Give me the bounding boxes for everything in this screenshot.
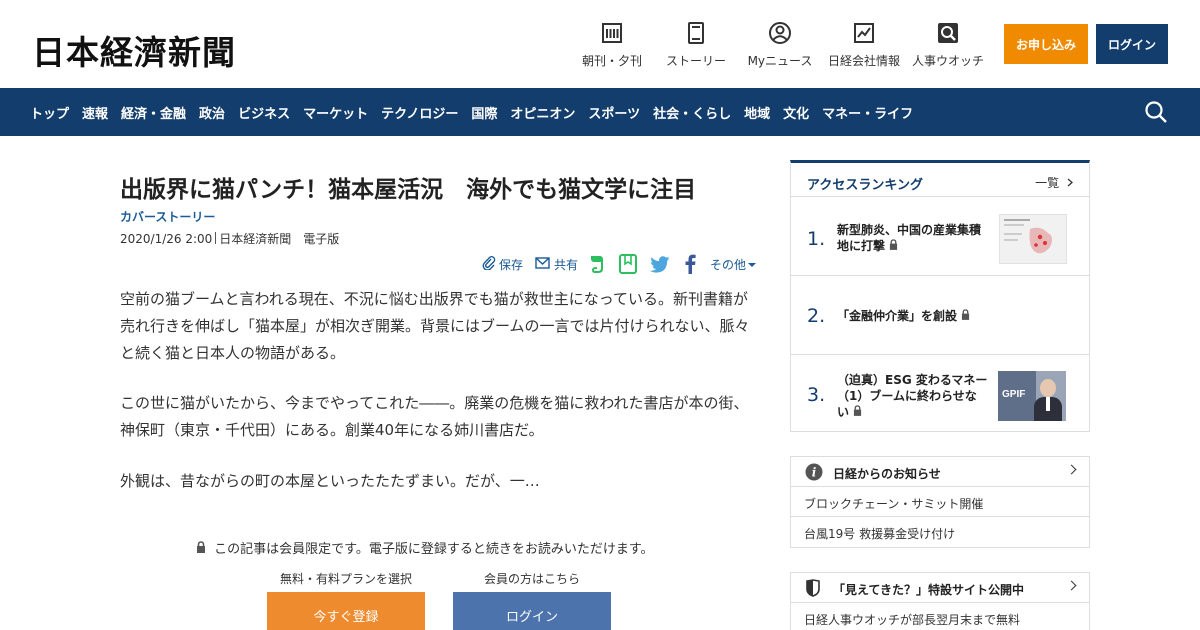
twitter-icon[interactable] <box>650 254 670 274</box>
chevron-right-icon <box>1067 176 1073 190</box>
evernote-icon[interactable] <box>587 254 605 274</box>
share-button[interactable]: 共有 <box>535 254 578 274</box>
site-logo[interactable]: 日本経濟新聞 <box>32 26 236 74</box>
article-source: 日本経済新聞 電子版 <box>219 232 340 246</box>
plan-label: 無料・有料プランを選択 <box>280 572 413 586</box>
ranking-title: アクセスランキング <box>807 178 923 193</box>
article-paragraph: 外観は、昔ながらの町の本屋といったたたずまい。だが、一… <box>120 472 540 490</box>
nav-morning-evening[interactable]: 朝刊・夕刊 <box>582 20 642 70</box>
ranking-item[interactable]: 3. （迫真）ESG 変わるマネー （1）ブームに終わらせな い GPIF <box>791 356 1089 434</box>
notice-item[interactable]: 台風19号 救援募金受け付け <box>791 517 1089 547</box>
access-ranking: アクセスランキング 一覧 1. 新型肺炎、中国の産業集積 地に打撃 2. 「金融… <box>790 160 1090 432</box>
nav-item-opinion[interactable]: オピニオン <box>510 103 575 122</box>
article-title: 出版界に猫パンチ！猫本屋活況 海外でも猫文学に注目 <box>120 177 697 203</box>
nav-item-technology[interactable]: テクノロジー <box>381 103 458 122</box>
ranking-header: アクセスランキング 一覧 <box>791 163 1089 197</box>
chevron-right-icon <box>1066 464 1077 475</box>
main-nav-list: トップ 速報 経済・金融 政治 ビジネス マーケット テクノロジー 国際 オピニ… <box>30 88 926 136</box>
nav-personnel-watch[interactable]: 人事ウオッチ <box>912 20 984 70</box>
paperclip-icon <box>482 255 496 273</box>
search-icon[interactable] <box>1144 100 1168 124</box>
nav-item-region[interactable]: 地域 <box>744 103 770 122</box>
newspaper-icon <box>599 20 625 46</box>
article-paragraph: この世に猫がいたから、今までやってこれた――。廃業の危機を猫に救われた書店が本の… <box>120 394 749 439</box>
ranking-thumbnail: GPIF <box>998 371 1066 421</box>
nav-item-sports[interactable]: スポーツ <box>588 103 640 122</box>
lock-icon <box>889 239 898 253</box>
nav-item-politics[interactable]: 政治 <box>199 103 225 122</box>
nav-item-society[interactable]: 社会・くらし <box>653 103 731 122</box>
notices-header[interactable]: i 日経からのお知らせ <box>791 457 1089 487</box>
nav-item-money-life[interactable]: マネー・ライフ <box>822 103 913 122</box>
member-login-button[interactable]: ログイン <box>453 592 611 630</box>
nav-company-info[interactable]: 日経会社情報 <box>828 20 900 70</box>
nav-item-business[interactable]: ビジネス <box>238 103 290 122</box>
section-link[interactable]: カバーストーリー <box>120 208 215 225</box>
share-more-button[interactable]: その他 <box>710 254 757 274</box>
bookmark-icon[interactable] <box>619 254 637 274</box>
nav-story[interactable]: ストーリー <box>666 20 726 70</box>
svg-text:i: i <box>812 466 817 480</box>
mail-icon <box>535 256 550 272</box>
ranking-item[interactable]: 2. 「金融仲介業」を創設 <box>791 277 1089 355</box>
paywall-note: この記事は会員限定です。電子版に登録すると続きをお読みいただけます。 <box>196 538 654 557</box>
search-person-icon <box>935 20 961 46</box>
facebook-icon[interactable] <box>684 254 696 274</box>
site-header: 日本経濟新聞 朝刊・夕刊 ストーリー Myニュース 日経会社情報 人事ウオッチ … <box>0 0 1200 88</box>
nav-item-economy[interactable]: 経済・金融 <box>121 103 186 122</box>
info-icon: i <box>805 463 823 485</box>
book-icon <box>683 20 709 46</box>
article-date: 2020/1/26 2:00 <box>120 232 213 246</box>
ranking-thumbnail <box>999 214 1067 264</box>
lock-icon <box>196 541 210 557</box>
ranking-item[interactable]: 1. 新型肺炎、中国の産業集積 地に打撃 <box>791 198 1089 276</box>
article-meta: 2020/1/26 2:00 日本経済新聞 電子版 <box>120 230 339 247</box>
special-item[interactable]: 日経人事ウオッチが部長翌月末まで無料 <box>791 603 1089 630</box>
ranking-more-link[interactable]: 一覧 <box>1035 174 1073 191</box>
notice-item[interactable]: ブロックチェーン・サミット開催 <box>791 487 1089 517</box>
lock-icon <box>961 309 970 323</box>
register-button[interactable]: 今すぐ登録 <box>267 592 425 630</box>
shield-icon <box>806 579 820 601</box>
special-header[interactable]: 「見えてきた？」特設サイト公開中 <box>791 573 1089 603</box>
chevron-right-icon <box>1066 580 1077 591</box>
article-paragraph: 空前の猫ブームと言われる現在、不況に悩む出版界でも猫が救世主になっている。新刊書… <box>120 290 750 362</box>
special-site-box: 「見えてきた？」特設サイト公開中 日経人事ウオッチが部長翌月末まで無料 <box>790 572 1090 630</box>
nav-item-market[interactable]: マーケット <box>303 103 368 122</box>
nav-item-international[interactable]: 国際 <box>471 103 497 122</box>
user-icon <box>767 20 793 46</box>
nav-item-breaking[interactable]: 速報 <box>82 103 108 122</box>
main-nav: トップ 速報 経済・金融 政治 ビジネス マーケット テクノロジー 国際 オピニ… <box>0 88 1200 136</box>
nav-item-top[interactable]: トップ <box>30 103 69 122</box>
apply-button[interactable]: お申し込み <box>1004 24 1088 64</box>
chart-icon <box>851 20 877 46</box>
nikkei-notices: i 日経からのお知らせ ブロックチェーン・サミット開催 台風19号 救援募金受け… <box>790 456 1090 548</box>
save-button[interactable]: 保存 <box>482 254 523 274</box>
nav-item-culture[interactable]: 文化 <box>783 103 809 122</box>
login-button[interactable]: ログイン <box>1096 24 1168 64</box>
nav-my-news[interactable]: Myニュース <box>748 20 812 70</box>
member-label: 会員の方はこちら <box>484 572 581 586</box>
lock-icon <box>853 405 862 419</box>
caret-down-icon <box>748 257 757 271</box>
